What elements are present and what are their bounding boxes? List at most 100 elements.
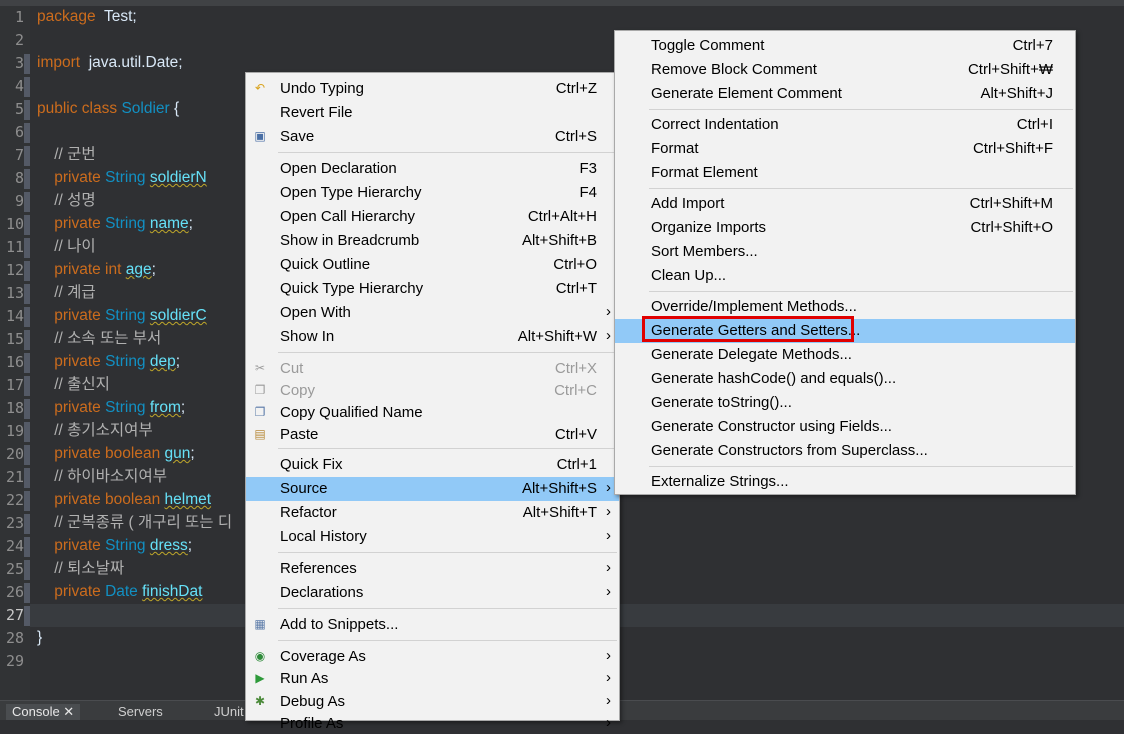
code-line: // 군복종류 ( 개구리 또는 디 bbox=[37, 511, 232, 534]
code-token: { bbox=[169, 100, 180, 117]
menu-item-shortcut: Ctrl+Shift+O bbox=[970, 219, 1053, 236]
menu-item-generate-constructor-using-fields[interactable]: Generate Constructor using Fields... bbox=[615, 415, 1075, 439]
annotation-ruler-mark bbox=[24, 330, 30, 350]
code-line: private String soldierN bbox=[37, 166, 207, 189]
paste-icon: ▤ bbox=[254, 427, 266, 441]
menu-item-generate-tostring[interactable]: Generate toString()... bbox=[615, 391, 1075, 415]
menu-item-profile-as[interactable]: Profile As › bbox=[246, 712, 619, 734]
editor-top-strip bbox=[0, 0, 1124, 6]
line-number: 5 bbox=[14, 100, 24, 118]
menu-item-open-call-hierarchy[interactable]: Open Call Hierarchy Ctrl+Alt+H bbox=[246, 205, 619, 229]
menu-item-paste[interactable]: ▤ Paste Ctrl+V bbox=[246, 423, 619, 445]
menu-item-shortcut: Alt+Shift+T bbox=[522, 504, 597, 521]
line-number: 28 bbox=[5, 629, 24, 647]
menu-item-remove-block-comment[interactable]: Remove Block Comment Ctrl+Shift+₩ bbox=[615, 58, 1075, 82]
menu-item-add-import[interactable]: Add Import Ctrl+Shift+M bbox=[615, 192, 1075, 216]
menu-item-open-declaration[interactable]: Open Declaration F3 bbox=[246, 157, 619, 181]
code-token: from bbox=[149, 399, 181, 416]
code-line: private boolean helmet bbox=[37, 488, 211, 511]
menu-item-label: Open Type Hierarchy bbox=[280, 184, 422, 201]
code-token: Soldier bbox=[121, 100, 170, 117]
menu-item-shortcut: Alt+Shift+B bbox=[521, 232, 597, 249]
menu-item-quick-outline[interactable]: Quick Outline Ctrl+O bbox=[246, 253, 619, 277]
menu-item-generate-constructors-from-superclass[interactable]: Generate Constructors from Superclass... bbox=[615, 439, 1075, 463]
menu-item-toggle-comment[interactable]: Toggle Comment Ctrl+7 bbox=[615, 34, 1075, 58]
code-token: dep bbox=[149, 353, 176, 370]
annotation-ruler-mark bbox=[24, 445, 30, 465]
menu-item-save[interactable]: ▣ Save Ctrl+S bbox=[246, 125, 619, 149]
code-line: public class Soldier { bbox=[37, 97, 179, 120]
menu-item-add-to-snippets[interactable]: ▦ Add to Snippets... bbox=[246, 613, 619, 637]
menu-item-references[interactable]: References › bbox=[246, 557, 619, 581]
menu-item-shortcut: Alt+Shift+S bbox=[521, 480, 597, 497]
menu-item-quick-type-hierarchy[interactable]: Quick Type Hierarchy Ctrl+T bbox=[246, 277, 619, 301]
annotation-ruler-mark bbox=[24, 376, 30, 396]
menu-item-format[interactable]: Format Ctrl+Shift+F bbox=[615, 137, 1075, 161]
menu-item-sort-members[interactable]: Sort Members... bbox=[615, 240, 1075, 264]
line-number: 1 bbox=[14, 8, 24, 26]
menu-item-declarations[interactable]: Declarations › bbox=[246, 581, 619, 605]
menu-item-label: Add to Snippets... bbox=[280, 616, 399, 633]
undo-icon: ↶ bbox=[254, 81, 266, 95]
menu-item-label: Copy bbox=[280, 382, 316, 399]
menu-item-externalize-strings[interactable]: Externalize Strings... bbox=[615, 470, 1075, 494]
code-token: // 군번 bbox=[37, 146, 96, 163]
menu-item-shortcut: F4 bbox=[579, 184, 597, 201]
annotation-ruler-mark bbox=[24, 215, 30, 235]
menu-item-local-history[interactable]: Local History › bbox=[246, 525, 619, 549]
menu-item-copy-qualified-name[interactable]: ❐ Copy Qualified Name bbox=[246, 401, 619, 423]
annotation-ruler-mark bbox=[24, 169, 30, 189]
copy-qualified-name-icon: ❐ bbox=[254, 405, 266, 419]
menu-item-organize-imports[interactable]: Organize Imports Ctrl+Shift+O bbox=[615, 216, 1075, 240]
menu-item-label: Generate toString()... bbox=[651, 394, 792, 411]
line-number: 14 bbox=[5, 307, 24, 325]
menu-item-undo-typing[interactable]: ↶ Undo Typing Ctrl+Z bbox=[246, 77, 619, 101]
menu-item-format-element[interactable]: Format Element bbox=[615, 161, 1075, 185]
line-number: 7 bbox=[14, 146, 24, 164]
menu-item-generate-hashcode-and-equals[interactable]: Generate hashCode() and equals()... bbox=[615, 367, 1075, 391]
menu-item-source[interactable]: Source Alt+Shift+S › bbox=[246, 477, 619, 501]
menu-item-correct-indentation[interactable]: Correct Indentation Ctrl+I bbox=[615, 113, 1075, 137]
menu-item-label: Open Declaration bbox=[280, 160, 397, 177]
menu-item-generate-element-comment[interactable]: Generate Element Comment Alt+Shift+J bbox=[615, 82, 1075, 106]
menu-item-coverage-as[interactable]: ◉ Coverage As › bbox=[246, 645, 619, 667]
code-token: ; bbox=[188, 215, 193, 232]
submenu-arrow-icon: › bbox=[606, 583, 611, 600]
menu-item-generate-delegate-methods[interactable]: Generate Delegate Methods... bbox=[615, 343, 1075, 367]
menu-item-label: Sort Members... bbox=[651, 243, 758, 260]
code-token: java.util.Date; bbox=[80, 54, 183, 71]
menu-item-debug-as[interactable]: ✱ Debug As › bbox=[246, 690, 619, 712]
menu-item-open-with[interactable]: Open With › bbox=[246, 301, 619, 325]
menu-item-refactor[interactable]: Refactor Alt+Shift+T › bbox=[246, 501, 619, 525]
tab-servers[interactable]: Servers bbox=[118, 704, 163, 719]
code-token: String bbox=[105, 353, 146, 370]
code-line: package Test; bbox=[37, 5, 137, 28]
snippet-icon: ▦ bbox=[254, 617, 266, 631]
menu-item-run-as[interactable]: ▶ Run As › bbox=[246, 667, 619, 689]
menu-item-shortcut: Ctrl+Shift+F bbox=[972, 140, 1053, 157]
annotation-ruler-mark bbox=[24, 123, 30, 143]
line-number: 13 bbox=[5, 284, 24, 302]
line-number: 17 bbox=[5, 376, 24, 394]
tab-junit[interactable]: JUnit bbox=[214, 704, 244, 719]
tab-console[interactable]: Console ✕ bbox=[6, 704, 81, 720]
code-line: // 총기소지여부 bbox=[37, 419, 153, 442]
code-token: private bbox=[37, 399, 101, 416]
menu-item-show-in[interactable]: Show In Alt+Shift+W › bbox=[246, 325, 619, 349]
menu-item-label: Externalize Strings... bbox=[651, 473, 789, 490]
menu-item-quick-fix[interactable]: Quick Fix Ctrl+1 bbox=[246, 453, 619, 477]
code-line: } bbox=[37, 626, 42, 649]
line-number: 23 bbox=[5, 514, 24, 532]
code-token: Date bbox=[105, 583, 138, 600]
editor-context-menu: ↶ Undo Typing Ctrl+Z Revert File ▣ Save Ctrl+S… bbox=[245, 72, 620, 732]
menu-item-shortcut: Alt+Shift+W bbox=[517, 328, 597, 345]
menu-item-label: Save bbox=[280, 128, 315, 145]
menu-item-show-in-breadcrumb[interactable]: Show in Breadcrumb Alt+Shift+B bbox=[246, 229, 619, 253]
menu-separator bbox=[278, 640, 617, 641]
menu-item-clean-up[interactable]: Clean Up... bbox=[615, 264, 1075, 288]
menu-item-label: Show in Breadcrumb bbox=[280, 232, 420, 249]
menu-item-revert-file[interactable]: Revert File bbox=[246, 101, 619, 125]
menu-item-shortcut: Ctrl+C bbox=[554, 382, 597, 399]
menu-item-open-type-hierarchy[interactable]: Open Type Hierarchy F4 bbox=[246, 181, 619, 205]
menu-item-copy: ❐ Copy Ctrl+C bbox=[246, 379, 619, 401]
